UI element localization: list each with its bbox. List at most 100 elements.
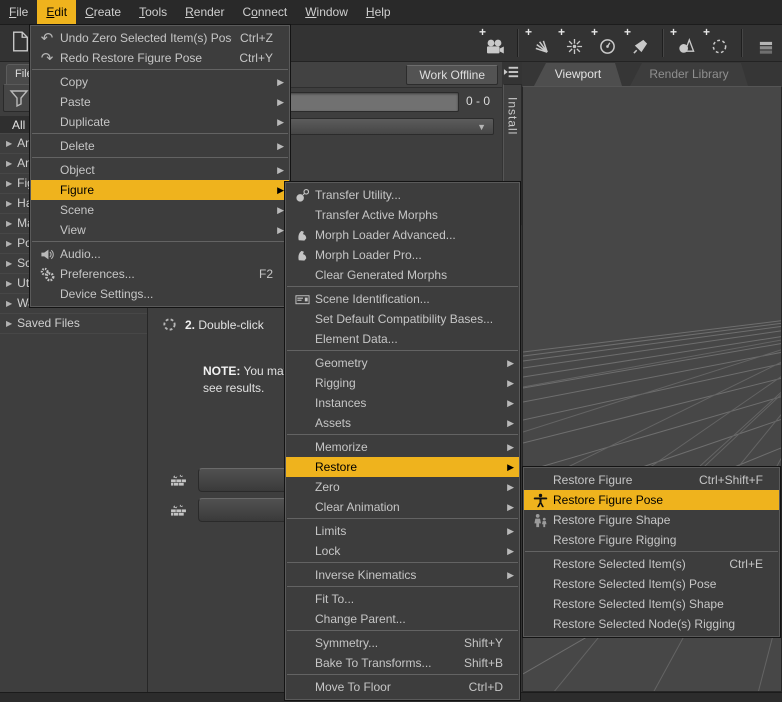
menu-separator: [31, 132, 289, 136]
menu-item-shortcut: Ctrl+Shift+F: [698, 473, 763, 487]
pane-options-icon[interactable]: [503, 64, 520, 80]
menu-item-restore-selected-item-s-shape[interactable]: Restore Selected Item(s) Shape: [524, 594, 779, 614]
menu-item-label: Restore Selected Item(s): [553, 557, 686, 571]
menu-item-undo-zero-selected-item-s-pose[interactable]: ↶ Undo Zero Selected Item(s) Pose Ctrl+Z: [31, 28, 289, 48]
submenu-arrow-icon: ▶: [507, 545, 514, 556]
submenu-arrow-icon: ▶: [507, 441, 514, 452]
menu-item-restore-selected-item-s[interactable]: Restore Selected Item(s) Ctrl+E: [524, 554, 779, 574]
menu-item-view[interactable]: View ▶: [31, 220, 289, 240]
category-label: Saved Files: [17, 316, 80, 330]
menu-item-restore-figure-pose[interactable]: Restore Figure Pose: [524, 490, 779, 510]
menu-item-bake-to-transforms[interactable]: Bake To Transforms... Shift+B: [286, 653, 519, 673]
submenu-arrow-icon: ▶: [277, 164, 284, 175]
menu-item-duplicate[interactable]: Duplicate ▶: [31, 112, 289, 132]
menubar-item-window[interactable]: Window: [296, 0, 357, 24]
menu-item-rigging[interactable]: Rigging ▶: [286, 373, 519, 393]
menu-item-fit-to[interactable]: Fit To...: [286, 589, 519, 609]
new-camera-icon[interactable]: [479, 26, 506, 55]
expand-arrow-icon: ▶: [6, 219, 13, 228]
tab-viewport[interactable]: Viewport: [534, 63, 622, 86]
menu-item-device-settings[interactable]: Device Settings...: [31, 284, 289, 304]
menu-item-set-default-compatibility-bases[interactable]: Set Default Compatibility Bases...: [286, 309, 519, 329]
menu-item-restore[interactable]: Restore ▶: [286, 457, 519, 477]
menu-item-redo-restore-figure-pose[interactable]: ↷ Redo Restore Figure Pose Ctrl+Y: [31, 48, 289, 68]
menu-item-change-parent[interactable]: Change Parent...: [286, 609, 519, 629]
menu-item-label: Restore Selected Item(s) Pose: [553, 577, 717, 591]
menu-item-delete[interactable]: Delete ▶: [31, 136, 289, 156]
menu-item-zero[interactable]: Zero ▶: [286, 477, 519, 497]
menu-item-label: Audio...: [60, 247, 101, 261]
menu-item-clear-generated-morphs[interactable]: Clear Generated Morphs: [286, 265, 519, 285]
menu-item-copy[interactable]: Copy ▶: [31, 72, 289, 92]
submenu-arrow-icon: ▶: [277, 76, 284, 87]
menubar-item-edit[interactable]: Edit: [37, 0, 77, 24]
menu-item-symmetry[interactable]: Symmetry... Shift+Y: [286, 633, 519, 653]
menu-separator: [286, 673, 519, 677]
menu-item-paste[interactable]: Paste ▶: [31, 92, 289, 112]
menu-item-inverse-kinematics[interactable]: Inverse Kinematics ▶: [286, 565, 519, 585]
new-spotlight-icon[interactable]: [624, 26, 651, 55]
menu-item-restore-figure-shape[interactable]: Restore Figure Shape: [524, 510, 779, 530]
tab-render-library[interactable]: Render Library: [630, 63, 748, 86]
new-document-icon[interactable]: [12, 31, 29, 52]
menu-item-transfer-utility[interactable]: Transfer Utility...: [286, 185, 519, 205]
menu-item-figure[interactable]: Figure ▶: [31, 180, 289, 200]
menu-item-scene-identification[interactable]: Scene Identification...: [286, 289, 519, 309]
menu-item-label: Delete: [60, 139, 95, 153]
menubar-item-create[interactable]: Create: [76, 0, 130, 24]
submenu-arrow-icon: ▶: [277, 140, 284, 151]
shape-figures-icon: [527, 512, 553, 528]
menu-item-morph-loader-pro[interactable]: Morph Loader Pro...: [286, 245, 519, 265]
menubar-item-tools[interactable]: Tools: [130, 0, 176, 24]
new-null-icon[interactable]: [703, 26, 730, 55]
menu-item-transfer-active-morphs[interactable]: Transfer Active Morphs: [286, 205, 519, 225]
work-offline-button[interactable]: Work Offline: [406, 65, 498, 85]
menu-item-morph-loader-advanced[interactable]: Morph Loader Advanced...: [286, 225, 519, 245]
menubar-item-file[interactable]: File: [0, 0, 37, 24]
category-row-saved-files[interactable]: ▶ Saved Files: [0, 314, 147, 334]
submenu-arrow-icon: ▶: [507, 461, 514, 472]
menu-item-limits[interactable]: Limits ▶: [286, 521, 519, 541]
new-gauge-light-icon[interactable]: [591, 26, 618, 55]
menubar-item-help[interactable]: Help: [357, 0, 400, 24]
menu-separator: [31, 68, 289, 72]
new-point-light-icon[interactable]: [558, 26, 585, 55]
menu-item-assets[interactable]: Assets ▶: [286, 413, 519, 433]
filter-funnel-icon: [8, 87, 30, 109]
menu-item-label: Restore Figure Pose: [553, 493, 664, 507]
new-primitive-icon[interactable]: [670, 26, 697, 55]
menu-item-label: Memorize: [315, 440, 368, 454]
menu-item-label: Lock: [315, 544, 341, 558]
menu-item-move-to-floor[interactable]: Move To Floor Ctrl+D: [286, 677, 519, 697]
menu-item-restore-figure-rigging[interactable]: Restore Figure Rigging: [524, 530, 779, 550]
menu-item-scene[interactable]: Scene ▶: [31, 200, 289, 220]
menu-item-memorize[interactable]: Memorize ▶: [286, 437, 519, 457]
menubar-item-render[interactable]: Render: [176, 0, 233, 24]
id-card-icon: [289, 291, 315, 307]
menu-item-object[interactable]: Object ▶: [31, 160, 289, 180]
new-distant-light-icon[interactable]: [525, 26, 552, 55]
menu-item-shortcut: Ctrl+E: [729, 557, 763, 571]
menu-item-restore-selected-item-s-pose[interactable]: Restore Selected Item(s) Pose: [524, 574, 779, 594]
menu-item-label: Duplicate: [60, 115, 111, 129]
menu-item-audio[interactable]: Audio...: [31, 244, 289, 264]
menu-item-element-data[interactable]: Element Data...: [286, 329, 519, 349]
content-bricks-icon: [167, 472, 189, 489]
menu-item-clear-animation[interactable]: Clear Animation ▶: [286, 497, 519, 517]
instruction-step-2: 2. Double-click: [162, 317, 264, 332]
menu-item-instances[interactable]: Instances ▶: [286, 393, 519, 413]
menu-item-lock[interactable]: Lock ▶: [286, 541, 519, 561]
menu-item-geometry[interactable]: Geometry ▶: [286, 353, 519, 373]
menu-item-shortcut: Ctrl+D: [468, 680, 503, 694]
chevron-down-icon: ▼: [477, 122, 486, 132]
menu-item-label: Paste: [60, 95, 91, 109]
menu-item-restore-figure[interactable]: Restore Figure Ctrl+Shift+F: [524, 470, 779, 490]
menu-item-label: Instances: [315, 396, 367, 410]
menubar-item-connect[interactable]: Connect: [233, 0, 296, 24]
undo-icon: ↶: [40, 29, 54, 47]
pane-list-icon[interactable]: [754, 31, 776, 55]
menu-separator: [286, 561, 519, 565]
menu-separator: [286, 285, 519, 289]
menu-item-preferences[interactable]: Preferences... F2: [31, 264, 289, 284]
menu-item-restore-selected-node-s-rigging[interactable]: Restore Selected Node(s) Rigging: [524, 614, 779, 634]
